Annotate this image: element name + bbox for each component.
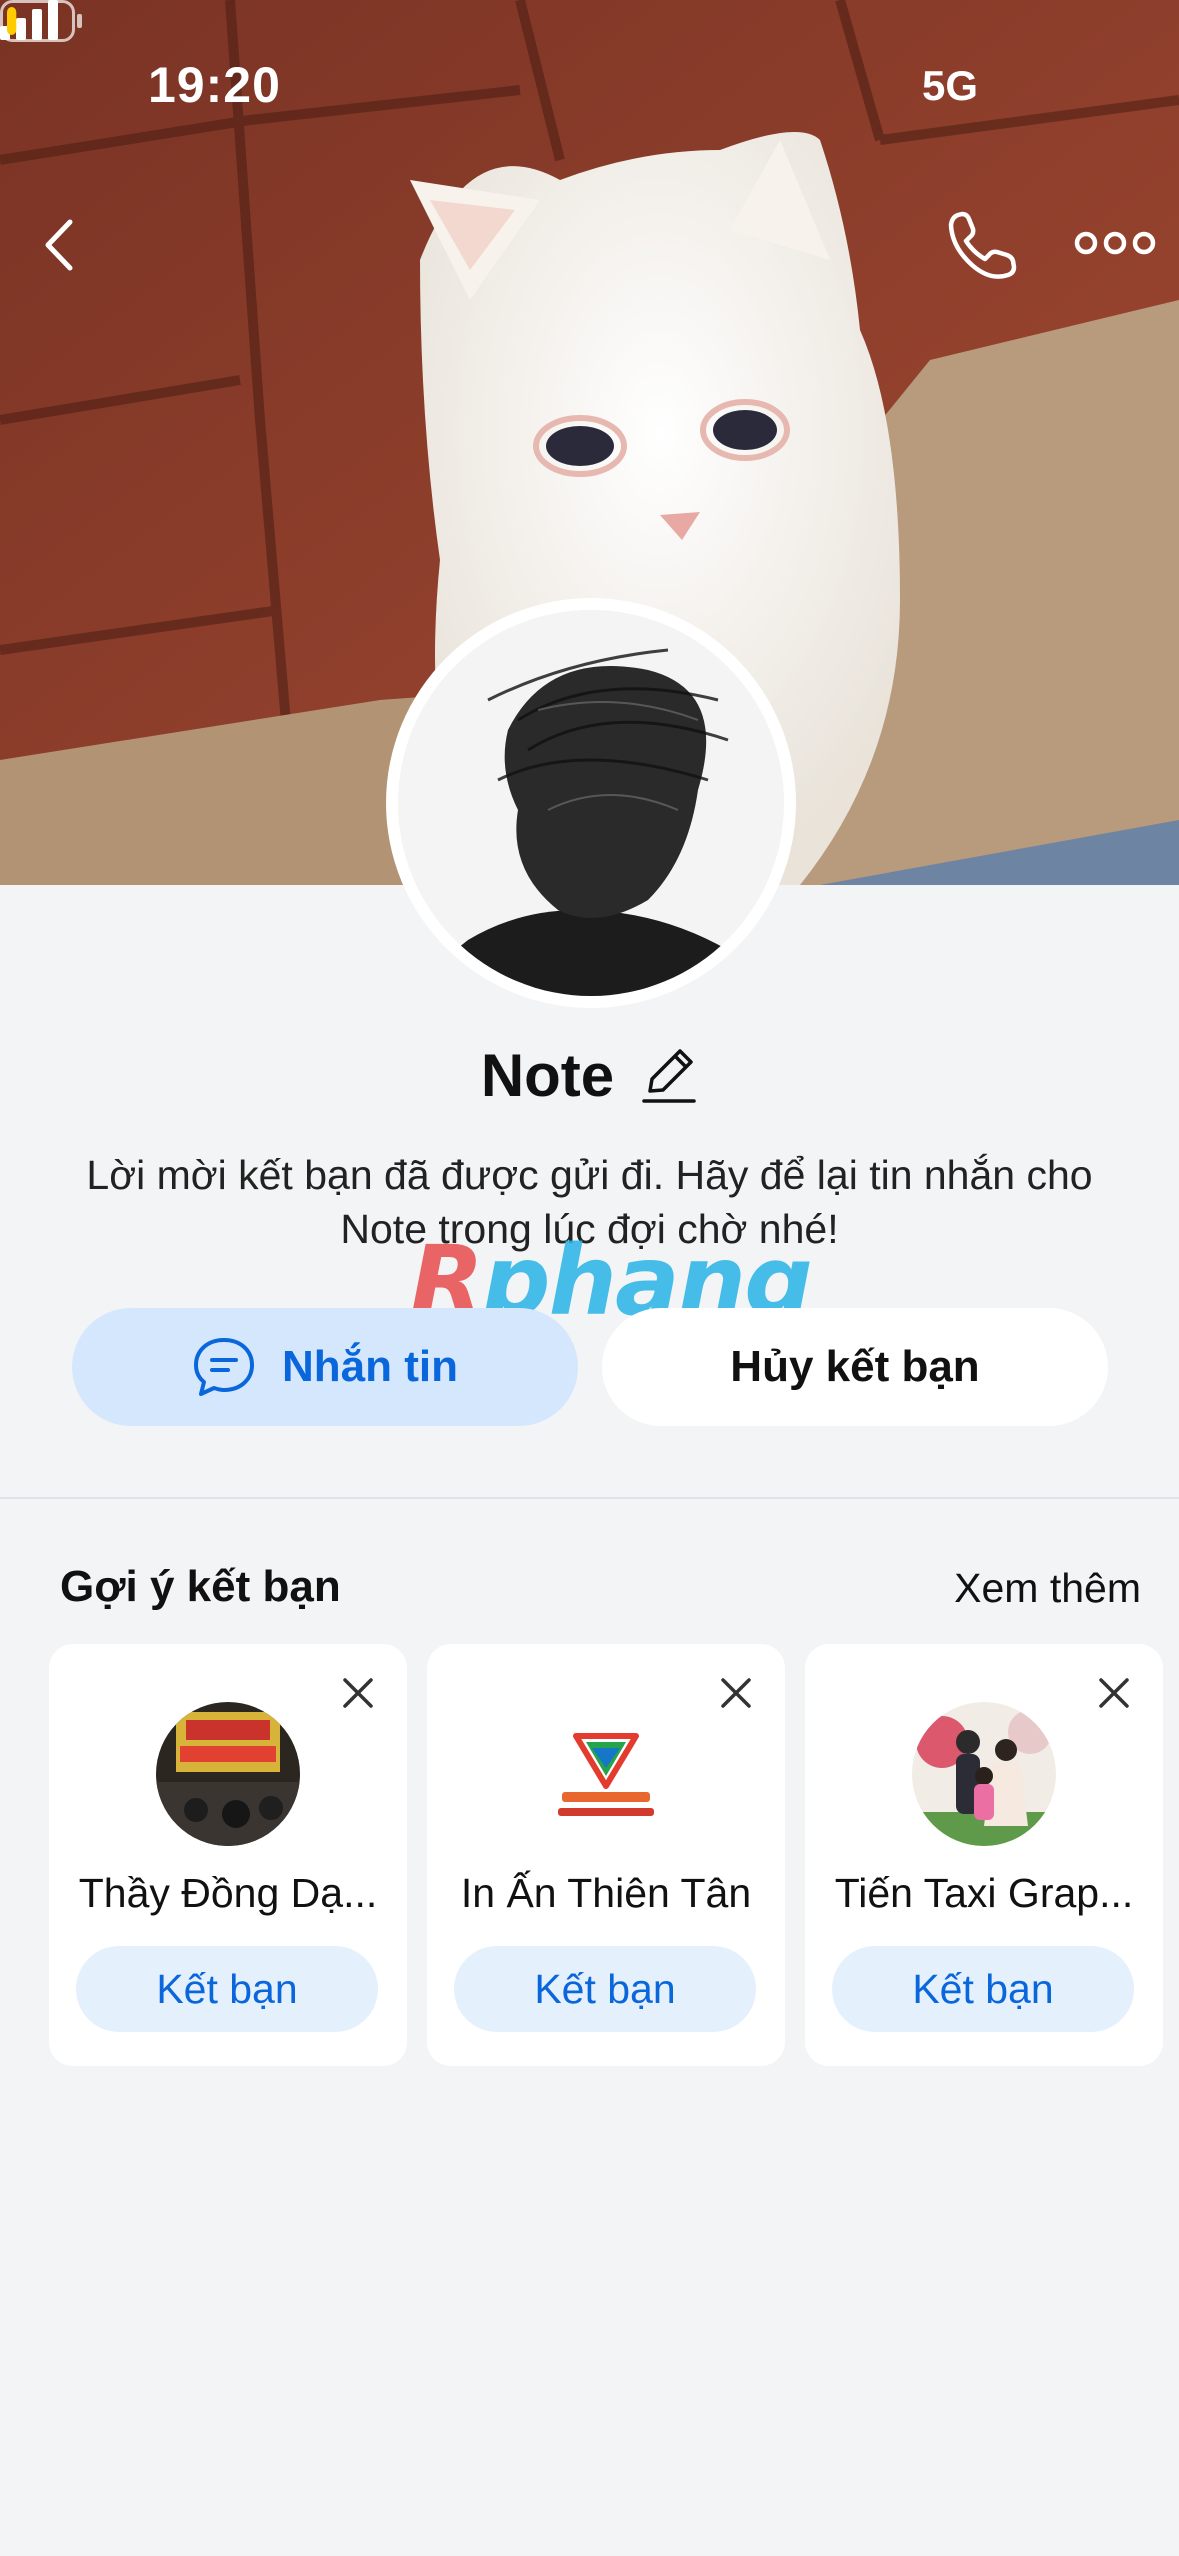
- close-icon[interactable]: [331, 1666, 385, 1720]
- suggestion-avatar-image: [912, 1702, 1056, 1846]
- suggestion-card[interactable]: In Ấn Thiên Tân Kết bạn: [427, 1644, 785, 2066]
- suggestion-avatar-image: [534, 1702, 678, 1846]
- suggestion-avatar: [912, 1702, 1056, 1846]
- close-icon[interactable]: [1087, 1666, 1141, 1720]
- suggestions-title: Gợi ý kết bạn: [60, 1562, 341, 1611]
- suggestion-card[interactable]: Tiến Taxi Grap... Kết bạn: [805, 1644, 1163, 2066]
- add-friend-button[interactable]: Kết bạn: [454, 1946, 756, 2032]
- profile-name-row: Note: [0, 1030, 1179, 1120]
- suggestion-avatar: [156, 1702, 300, 1846]
- phone-icon: [948, 211, 1017, 279]
- chevron-left-icon: [45, 219, 73, 271]
- suggestion-name: In Ấn Thiên Tân: [460, 1870, 752, 1916]
- add-friend-button[interactable]: Kết bạn: [832, 1946, 1134, 2032]
- close-icon[interactable]: [709, 1666, 763, 1720]
- suggestion-avatar: [534, 1702, 678, 1846]
- suggestion-name: Thầy Đồng Dạ...: [78, 1870, 378, 1916]
- chat-bubble-icon: [194, 1338, 254, 1396]
- battery-icon: [0, 0, 82, 42]
- suggestion-avatar-image: [156, 1702, 300, 1846]
- unfriend-button-label: Hủy kết bạn: [730, 1342, 980, 1391]
- suggestion-name: Tiến Taxi Grap...: [834, 1870, 1134, 1916]
- see-more-link[interactable]: Xem thêm: [954, 1565, 1141, 1612]
- profile-avatar[interactable]: [386, 598, 796, 1008]
- more-button[interactable]: [1070, 210, 1160, 280]
- add-friend-button[interactable]: Kết bạn: [76, 1946, 378, 2032]
- unfriend-button[interactable]: Hủy kết bạn: [602, 1308, 1108, 1426]
- back-button[interactable]: [30, 200, 130, 290]
- pencil-icon[interactable]: [640, 1045, 698, 1105]
- avatar-image: [398, 610, 784, 996]
- more-horizontal-icon: [1074, 231, 1156, 255]
- status-bar: 19:20 5G: [0, 0, 1179, 170]
- profile-name: Note: [480, 1041, 615, 1109]
- section-divider: [0, 1497, 1179, 1499]
- message-button[interactable]: Nhắn tin: [72, 1308, 578, 1426]
- status-time: 19:20: [148, 57, 281, 113]
- call-button[interactable]: [930, 195, 1030, 295]
- suggestion-card[interactable]: Thầy Đồng Dạ... Kết bạn: [49, 1644, 407, 2066]
- network-type: 5G: [922, 62, 979, 109]
- message-button-label: Nhắn tin: [282, 1342, 458, 1391]
